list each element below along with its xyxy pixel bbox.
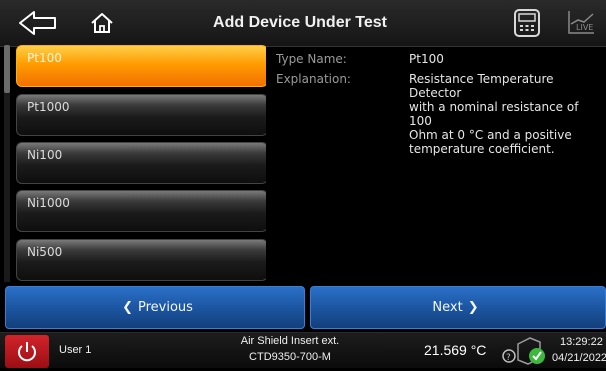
user-name: User 1 [59, 344, 92, 356]
live-label: LIVE [576, 23, 593, 32]
explanation-line: Ohm at 0 °C and a positive [409, 128, 572, 142]
previous-label: Previous [137, 300, 193, 315]
home-icon[interactable] [86, 6, 118, 40]
list-item-label: Ni1000 [27, 196, 70, 210]
clock-date: 04/21/2022 [552, 352, 606, 364]
list-item-label: Ni500 [27, 245, 63, 259]
next-button[interactable]: Next ❯ [310, 286, 606, 329]
chevron-right-icon: ❯ [467, 300, 479, 315]
device-type-list: Pt100 Pt1000 Ni100 Ni1000 Ni500 [4, 45, 266, 282]
chevron-left-icon: ❮ [122, 300, 133, 315]
page-title: Add Device Under Test [213, 14, 387, 31]
svg-text:?: ? [506, 353, 511, 363]
explanation-line: Resistance Temperature Detector [409, 72, 554, 100]
header-bar: Add Device Under Test LIVE [0, 0, 606, 47]
next-label: Next [432, 300, 463, 315]
app-screen: Add Device Under Test LIVE Pt100 Pt1000 … [0, 0, 606, 368]
instrument-name: Air Shield Insert ext. [240, 335, 340, 347]
instrument-model: CTD9350-700-M [249, 351, 331, 363]
type-name-label: Type Name: [276, 52, 347, 66]
list-item-ni100[interactable]: Ni100 [16, 142, 266, 184]
temperature-readout: 21.569 °C [424, 342, 487, 358]
list-item-pt1000[interactable]: Pt1000 [16, 94, 266, 136]
explanation-line: with a nominal resistance of 100 [409, 100, 579, 128]
list-item-label: Pt1000 [27, 100, 70, 114]
list-item-ni1000[interactable]: Ni1000 [16, 190, 266, 232]
list-item-label: Ni100 [27, 148, 63, 162]
explanation-line: temperature coefficient. [409, 142, 555, 156]
live-chart-icon[interactable]: LIVE [565, 6, 597, 40]
details-panel: Type Name: Pt100 Explanation: Resistance… [276, 48, 606, 282]
list-item-pt100[interactable]: Pt100 [16, 45, 266, 87]
previous-button[interactable]: ❮ Previous [5, 286, 305, 329]
status-bar: User 1 Air Shield Insert ext. CTD9350-70… [0, 332, 606, 368]
power-button[interactable] [5, 335, 49, 368]
clock-time: 13:29:22 [560, 336, 603, 348]
explanation-label: Explanation: [276, 72, 351, 86]
list-item-ni500[interactable]: Ni500 [16, 239, 266, 281]
type-name-value: Pt100 [409, 52, 444, 66]
sensor-status-icon[interactable]: ? [500, 334, 550, 367]
back-arrow-icon[interactable] [16, 6, 60, 40]
list-item-label: Pt100 [27, 51, 62, 65]
calculator-icon[interactable] [511, 6, 543, 40]
explanation-text: Resistance Temperature Detector with a n… [409, 72, 604, 156]
power-icon [18, 341, 36, 361]
